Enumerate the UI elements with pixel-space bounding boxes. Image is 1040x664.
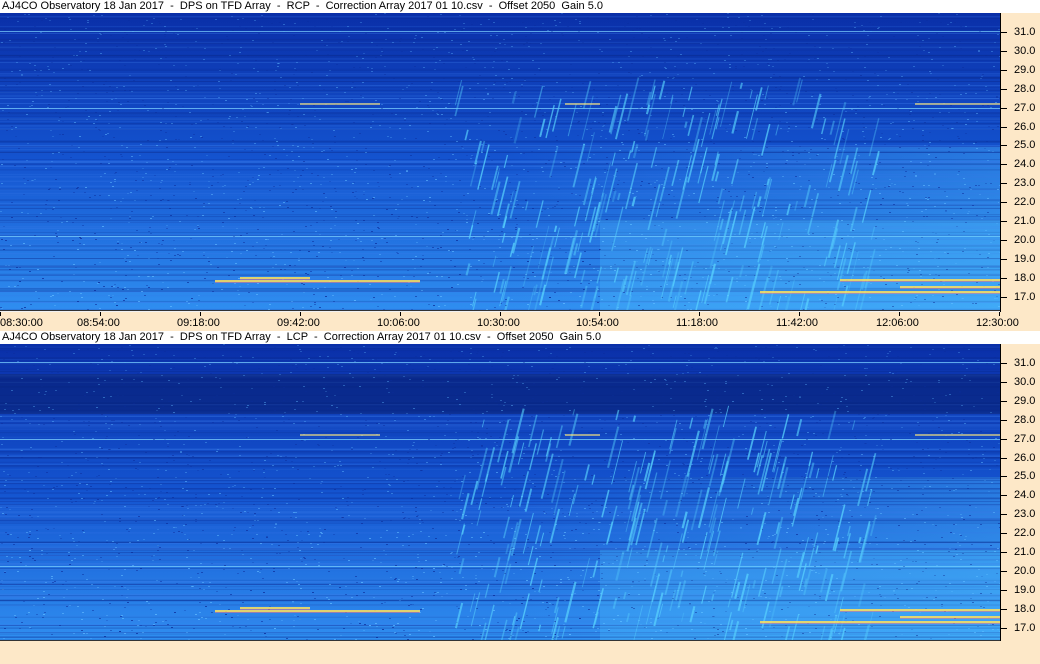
freq-tick: [1001, 221, 1007, 222]
freq-tick-label: 22.0: [1014, 196, 1036, 209]
time-tick-label: 10:06:00: [377, 317, 420, 329]
freq-tick-label: 26.0: [1014, 120, 1036, 133]
bottom-status-strip: [0, 641, 1040, 664]
freq-tick-label: 23.0: [1014, 508, 1036, 521]
rcp-spectrogram[interactable]: [0, 13, 1000, 311]
freq-tick: [1001, 202, 1007, 204]
freq-tick: [1001, 627, 1007, 629]
freq-tick-label: 25.0: [1014, 470, 1036, 483]
freq-tick: [1001, 570, 1007, 572]
freq-tick-label: 27.0: [1014, 432, 1036, 445]
freq-tick: [1001, 363, 1007, 364]
time-tick: [500, 312, 501, 316]
freq-tick: [1001, 533, 1007, 535]
freq-tick: [1001, 296, 1007, 298]
freq-tick-label: 28.0: [1014, 82, 1036, 95]
freq-tick: [1001, 438, 1007, 440]
freq-tick-label: 19.0: [1014, 252, 1036, 265]
freq-tick: [1001, 88, 1007, 90]
freq-tick-label: 18.0: [1014, 271, 1036, 284]
freq-tick: [1001, 32, 1007, 33]
freq-tick-label: 28.0: [1014, 413, 1036, 426]
time-tick: [100, 312, 101, 316]
freq-tick: [1001, 495, 1007, 497]
time-axis: 08:30:00 08:54:00 09:18:00 09:42:00 10:06:00…: [0, 312, 1040, 331]
time-tick-label: 10:54:00: [576, 317, 619, 329]
rcp-frequency-axis: 31.0 30.0 29.0 28.0 27.0 26.0 25.0 24.0 23.0 22.0…: [1000, 13, 1040, 312]
time-tick: [300, 312, 301, 316]
freq-tick: [1001, 400, 1007, 402]
time-tick: [400, 312, 401, 316]
time-tick-label: 09:42:00: [277, 317, 320, 329]
rcp-panel-title: AJ4CO Observatory 18 Jan 2017 - DPS on T…: [0, 0, 1040, 13]
freq-tick-label: 18.0: [1014, 602, 1036, 615]
freq-tick: [1001, 107, 1007, 109]
time-tick-label: 08:30:00: [0, 317, 43, 329]
time-tick-label: 10:30:00: [477, 317, 520, 329]
freq-tick-label: 21.0: [1014, 215, 1036, 227]
time-tick: [799, 312, 800, 316]
freq-tick-label: 31.0: [1014, 357, 1036, 369]
time-tick: [200, 312, 201, 316]
freq-tick-label: 20.0: [1014, 233, 1036, 246]
freq-tick-label: 31.0: [1014, 26, 1036, 38]
freq-tick: [1001, 126, 1007, 128]
time-tick-label: 11:42:00: [776, 317, 819, 329]
time-tick-label: 11:18:00: [676, 317, 719, 329]
lcp-frequency-axis: 31.0 30.0 29.0 28.0 27.0 26.0 25.0 24.0 23.0 22.0…: [1000, 344, 1040, 641]
freq-tick: [1001, 164, 1007, 166]
freq-tick-label: 27.0: [1014, 101, 1036, 114]
time-tick: [899, 312, 900, 316]
freq-tick: [1001, 476, 1007, 478]
lcp-spectrogram-image: [0, 344, 1000, 640]
time-tick: [699, 312, 700, 316]
freq-tick-label: 26.0: [1014, 451, 1036, 464]
freq-tick: [1001, 608, 1007, 610]
freq-tick: [1001, 50, 1007, 52]
freq-tick-label: 30.0: [1014, 375, 1036, 388]
time-tick-label: 09:18:00: [177, 317, 220, 329]
freq-tick-label: 24.0: [1014, 158, 1036, 171]
freq-tick: [1001, 419, 1007, 421]
time-tick: [0, 312, 1, 316]
freq-tick: [1001, 589, 1007, 591]
freq-tick: [1001, 514, 1007, 516]
freq-tick-label: 25.0: [1014, 139, 1036, 152]
lcp-panel-title: AJ4CO Observatory 18 Jan 2017 - DPS on T…: [0, 331, 1040, 344]
lcp-spectrogram[interactable]: [0, 344, 1000, 641]
freq-tick: [1001, 277, 1007, 279]
freq-tick: [1001, 183, 1007, 185]
freq-tick-label: 23.0: [1014, 177, 1036, 190]
freq-tick-label: 17.0: [1014, 621, 1036, 634]
freq-tick: [1001, 69, 1007, 71]
freq-tick: [1001, 552, 1007, 553]
freq-tick-label: 30.0: [1014, 44, 1036, 57]
freq-tick: [1001, 457, 1007, 459]
rcp-spectrogram-image: [0, 13, 1000, 310]
freq-tick-label: 21.0: [1014, 546, 1036, 558]
freq-tick: [1001, 381, 1007, 383]
time-tick: [999, 312, 1000, 316]
freq-tick-label: 24.0: [1014, 489, 1036, 502]
time-tick: [599, 312, 600, 316]
time-tick-label: 08:54:00: [77, 317, 120, 329]
freq-tick: [1001, 145, 1007, 147]
freq-tick-label: 17.0: [1014, 290, 1036, 303]
freq-tick-label: 19.0: [1014, 583, 1036, 596]
freq-tick-label: 22.0: [1014, 527, 1036, 540]
freq-tick: [1001, 258, 1007, 260]
time-tick-label: 12:30:00: [976, 317, 1019, 329]
freq-tick-label: 20.0: [1014, 564, 1036, 577]
freq-tick-label: 29.0: [1014, 63, 1036, 76]
freq-tick-label: 29.0: [1014, 394, 1036, 407]
time-tick-label: 12:06:00: [876, 317, 919, 329]
freq-tick: [1001, 239, 1007, 241]
